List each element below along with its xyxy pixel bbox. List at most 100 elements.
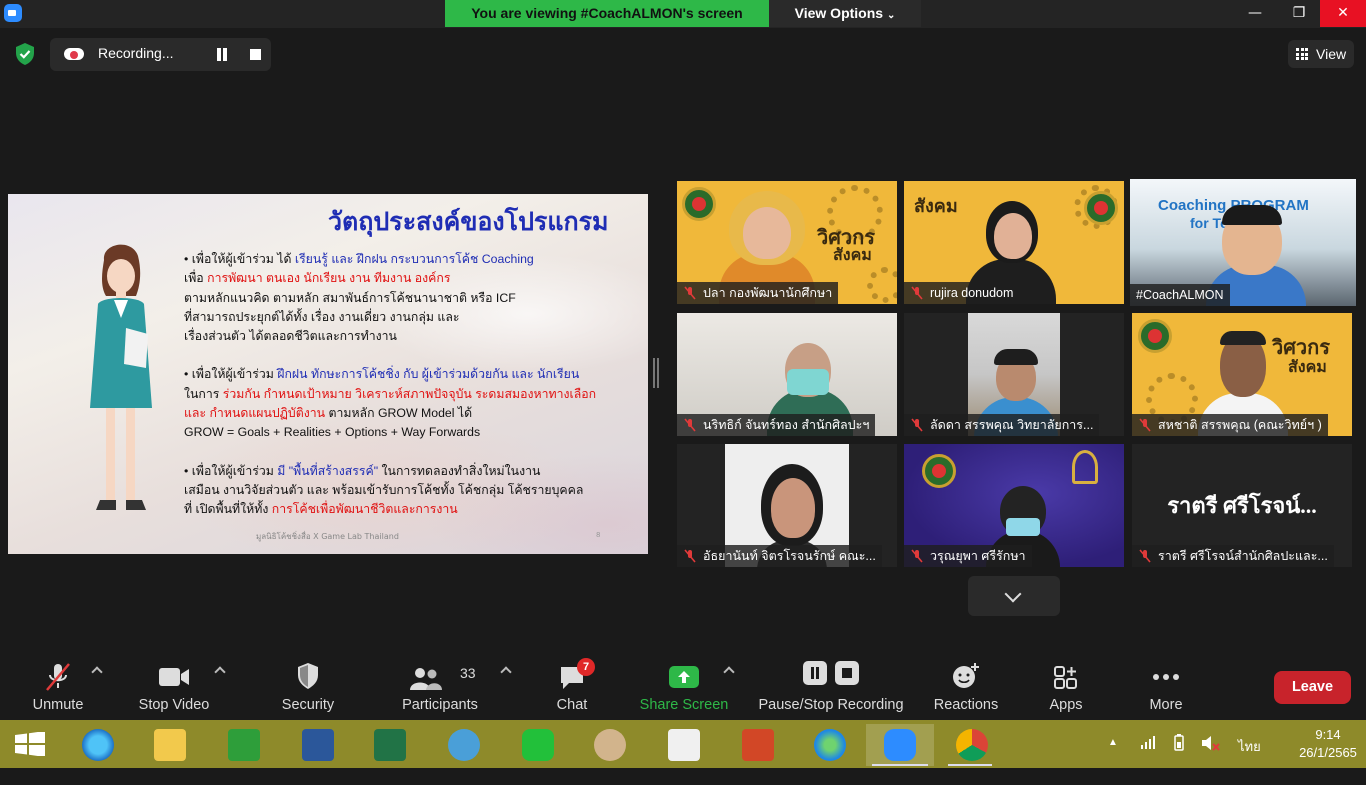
participant-name: ราตรี ศรีโรจน์สำนักศิลปะและ... bbox=[1132, 545, 1334, 567]
view-button[interactable]: View bbox=[1288, 40, 1354, 68]
more-dots-icon bbox=[1153, 674, 1179, 680]
slide-line: ตามหลักแนวคิด ตามหลัก สมาพันธ์การโค้ชนาน… bbox=[184, 290, 516, 305]
powerpoint-icon[interactable] bbox=[728, 724, 784, 766]
participant-name: นริทธิก์ จันทร์ทอง สำนักศิลปะฯ bbox=[677, 414, 876, 436]
lisrel-icon[interactable] bbox=[654, 724, 710, 766]
share-screen-icon bbox=[669, 666, 699, 688]
line-app-icon[interactable] bbox=[508, 724, 564, 766]
mic-muted-icon bbox=[911, 286, 923, 300]
word-icon[interactable] bbox=[288, 724, 344, 766]
participants-options-caret[interactable] bbox=[500, 666, 512, 678]
video-tile[interactable]: วิศวกร สังคม ปลา กองพัฒนานักศึกษา bbox=[677, 181, 897, 304]
video-tile[interactable]: อัธยานันท์ จิตรโรจนรักษ์ คณะ... bbox=[677, 444, 897, 567]
input-language[interactable]: ไทย bbox=[1238, 736, 1261, 784]
viewing-banner: You are viewing #CoachALMON's screen bbox=[445, 0, 769, 27]
stop-video-button[interactable]: Stop Video bbox=[134, 648, 214, 720]
battery-icon[interactable] bbox=[1170, 734, 1188, 752]
reactions-button[interactable]: Reactions bbox=[926, 648, 1006, 720]
security-shield-icon bbox=[298, 663, 318, 689]
slide-line: • เพื่อให้ผู้เข้าร่วม มี "พื้นที่สร้างสร… bbox=[184, 463, 541, 478]
gallery-scroll-down-button[interactable] bbox=[968, 576, 1060, 616]
internet-explorer-icon[interactable] bbox=[68, 724, 124, 766]
video-tile[interactable]: วิศวกร สังคม สหชาติ สรรพคุณ (คณะวิทย์ฯ ) bbox=[1132, 313, 1352, 436]
slide-line: เพื่อ การพัฒนา ตนเอง นักเรียน งาน ทีมงาน… bbox=[184, 271, 451, 286]
paint-icon[interactable] bbox=[580, 724, 636, 766]
video-tile[interactable]: ลัดดา สรรพคุณ วิทยาลัยการ... bbox=[904, 313, 1124, 436]
participant-name: อัธยานันท์ จิตรโรจนรักษ์ คณะ... bbox=[677, 545, 882, 567]
windows-taskbar: ▲ ไทย 9:14 26/1/2565 bbox=[0, 720, 1366, 768]
title-bar: You are viewing #CoachALMON's screen Vie… bbox=[0, 0, 1366, 28]
video-tile[interactable]: วรุณยุพา ศรีรักษา bbox=[904, 444, 1124, 567]
close-button[interactable]: ✕ bbox=[1320, 0, 1366, 27]
mic-muted-icon bbox=[911, 418, 923, 432]
participant-name: ปลา กองพัฒนานักศึกษา bbox=[677, 282, 839, 304]
slide-line: • เพื่อให้ผู้เข้าร่วม ได้ เรียนรู้ และ ฝ… bbox=[184, 252, 534, 266]
university-seal-icon bbox=[682, 187, 716, 221]
windows-start-icon[interactable] bbox=[14, 732, 46, 756]
video-options-caret[interactable] bbox=[214, 666, 226, 678]
participants-button[interactable]: 33 Participants bbox=[396, 648, 484, 720]
excel-icon[interactable] bbox=[360, 724, 416, 766]
apps-icon bbox=[1054, 666, 1077, 689]
mic-muted-icon bbox=[911, 549, 923, 563]
video-tile[interactable]: ราตรี ศรีโรจน์... ราตรี ศรีโรจน์สำนักศิล… bbox=[1132, 444, 1352, 567]
cloud-record-icon bbox=[64, 48, 84, 60]
recording-indicator: Recording... bbox=[50, 38, 271, 71]
unmute-button[interactable]: Unmute bbox=[22, 648, 94, 720]
video-tile[interactable]: สังคม rujira donudom bbox=[904, 181, 1124, 304]
mic-muted-icon bbox=[684, 286, 696, 300]
minimize-button[interactable]: — bbox=[1233, 0, 1277, 27]
edge-icon[interactable] bbox=[800, 724, 856, 766]
security-button[interactable]: Security bbox=[272, 648, 344, 720]
share-screen-button[interactable]: Share Screen bbox=[634, 648, 734, 720]
chat-button[interactable]: 7 Chat bbox=[540, 648, 604, 720]
maximize-button[interactable]: ❐ bbox=[1277, 0, 1321, 27]
chevron-down-icon: ⌄ bbox=[886, 10, 896, 21]
video-tile[interactable]: นริทธิก์ จันทร์ทอง สำนักศิลปะฯ bbox=[677, 313, 897, 436]
slide-line: เรื่องส่วนตัว ได้ตลอดชีวิตและการทำงาน bbox=[184, 329, 397, 344]
more-button[interactable]: More bbox=[1136, 648, 1196, 720]
university-seal-icon bbox=[1084, 191, 1118, 225]
store-icon[interactable] bbox=[214, 724, 270, 766]
participant-name: สหชาติ สรรพคุณ (คณะวิทย์ฯ ) bbox=[1132, 414, 1328, 436]
zoom-logo-icon bbox=[4, 4, 22, 22]
view-options-label: View Options bbox=[794, 5, 884, 21]
shield-check-icon[interactable] bbox=[14, 42, 36, 66]
slide-line: • เพื่อให้ผู้เข้าร่วม ฝึกฝน ทักษะการโค้ช… bbox=[184, 367, 580, 382]
zoom-taskbar-icon[interactable] bbox=[866, 724, 934, 766]
file-explorer-icon[interactable] bbox=[140, 724, 196, 766]
emblem-icon bbox=[1072, 450, 1098, 484]
view-options-button[interactable]: View Options ⌄ bbox=[769, 0, 921, 27]
system-clock[interactable]: 9:14 26/1/2565 bbox=[1296, 726, 1360, 762]
stop-recording-button[interactable] bbox=[250, 49, 261, 60]
leave-button[interactable]: Leave bbox=[1274, 671, 1351, 704]
slide-line: และ กำหนดแผนปฏิบัติงาน ตามหลัก GROW Mode… bbox=[184, 406, 473, 421]
mic-muted-icon bbox=[684, 418, 696, 432]
chat-unread-badge: 7 bbox=[577, 658, 595, 676]
slide-line: เสมือน งานวิจัยส่วนตัว และ พร้อมเข้ารับก… bbox=[184, 482, 584, 497]
volume-muted-icon[interactable] bbox=[1200, 734, 1220, 752]
view-button-label: View bbox=[1316, 46, 1347, 62]
pause-recording-button[interactable] bbox=[216, 48, 228, 61]
shared-screen[interactable]: วัตถุประสงค์ของโปรแกรม • เพื่อให้ผู้เข้า… bbox=[8, 194, 648, 554]
meeting-toolbar: Unmute Stop Video Security 33 Participan… bbox=[0, 648, 1366, 720]
video-camera-icon bbox=[159, 668, 189, 686]
banner-word: สังคม bbox=[1288, 359, 1327, 376]
splitter-handle[interactable] bbox=[653, 358, 659, 388]
slide-line: ในการ ร่วมกัน กำหนดเป้าหมาย วิเคราะห์สภา… bbox=[184, 386, 597, 401]
network-signal-icon[interactable] bbox=[1140, 736, 1156, 750]
slide-title: วัตถุประสงค์ของโปรแกรม bbox=[328, 208, 609, 236]
recording-label: Recording... bbox=[98, 45, 174, 61]
mic-muted-icon bbox=[684, 549, 696, 563]
pause-stop-recording-button[interactable]: Pause/Stop Recording bbox=[750, 648, 912, 720]
chrome-icon[interactable] bbox=[942, 724, 998, 766]
pause-stop-icon bbox=[803, 661, 859, 685]
video-tile-active-speaker[interactable]: Coaching PROGRAM for Teacher #CoachALMON bbox=[1130, 179, 1356, 306]
participant-name: วรุณยุพา ศรีรักษา bbox=[904, 545, 1032, 567]
grid-icon bbox=[1296, 48, 1308, 60]
tray-expand-icon[interactable]: ▲ bbox=[1108, 737, 1118, 785]
apps-button[interactable]: Apps bbox=[1036, 648, 1096, 720]
slide-line: ที่ เปิดพื้นที่ให้ทั้ง การโค้ชเพื่อพัฒนา… bbox=[184, 502, 458, 517]
banner-word: สังคม bbox=[833, 247, 872, 264]
calculator-icon[interactable] bbox=[434, 724, 490, 766]
